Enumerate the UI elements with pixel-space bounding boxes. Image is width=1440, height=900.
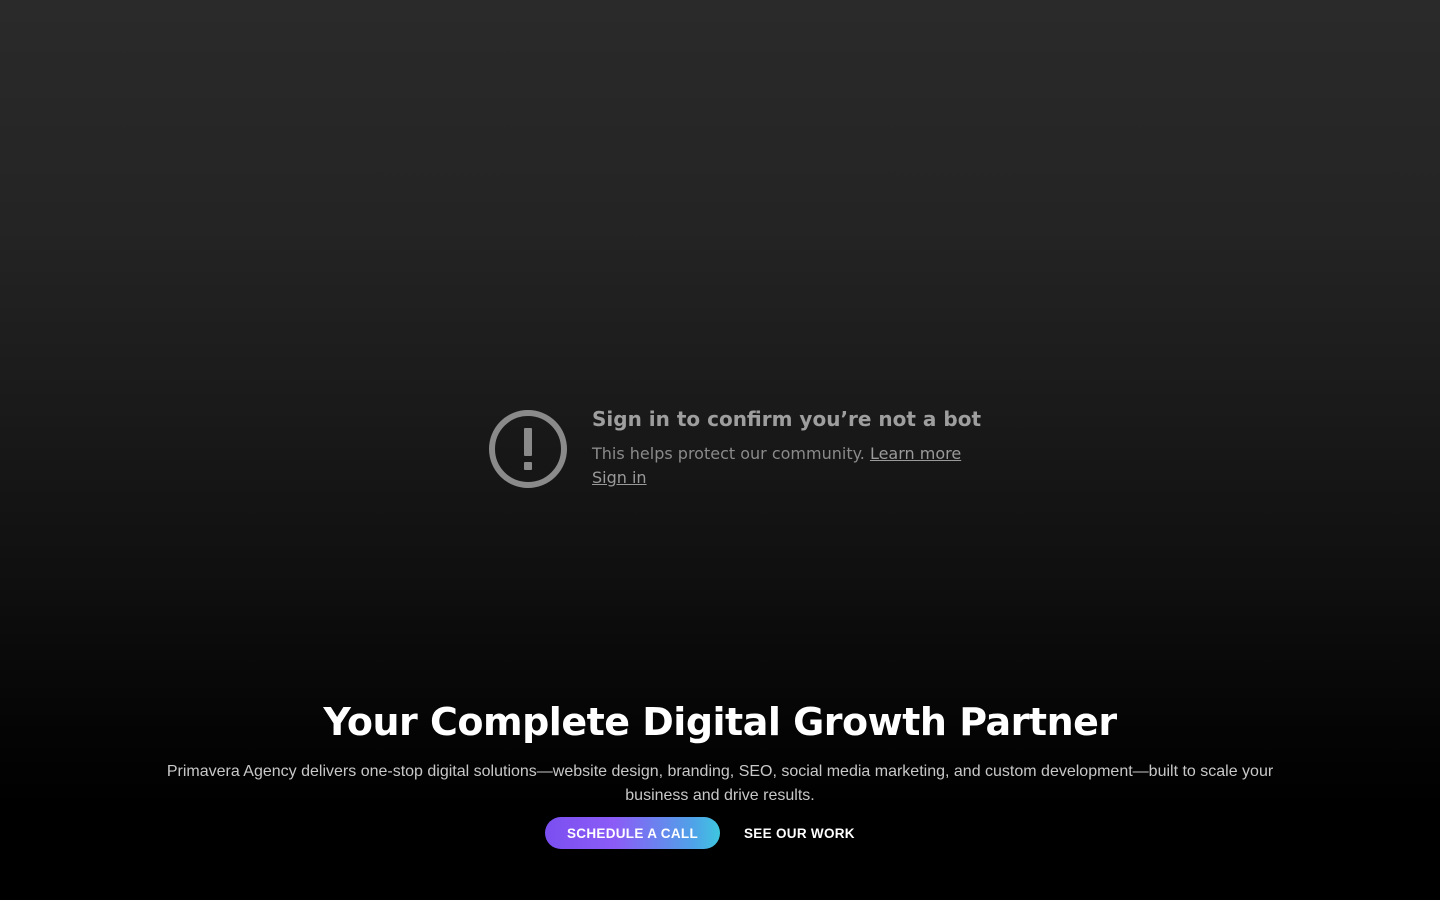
see-our-work-button[interactable]: SEE OUR WORK: [744, 826, 855, 841]
sign-in-link[interactable]: Sign in: [592, 468, 647, 487]
embedded-video-bot-notice: Sign in to confirm you’re not a bot This…: [487, 404, 987, 494]
learn-more-link[interactable]: Learn more: [870, 444, 961, 463]
bot-notice-title: Sign in to confirm you’re not a bot: [592, 407, 982, 431]
bot-notice-body: This helps protect our community. Learn …: [592, 444, 961, 463]
hero-cta-group: SCHEDULE A CALL SEE OUR WORK: [545, 817, 855, 849]
hero-description: Primavera Agency delivers one-stop digit…: [166, 763, 1274, 804]
hero-headline: Your Complete Digital Growth Partner: [323, 700, 1117, 744]
warning-icon: [489, 410, 567, 488]
bot-notice-message: This helps protect our community.: [592, 444, 865, 463]
schedule-call-button[interactable]: SCHEDULE A CALL: [545, 817, 720, 849]
